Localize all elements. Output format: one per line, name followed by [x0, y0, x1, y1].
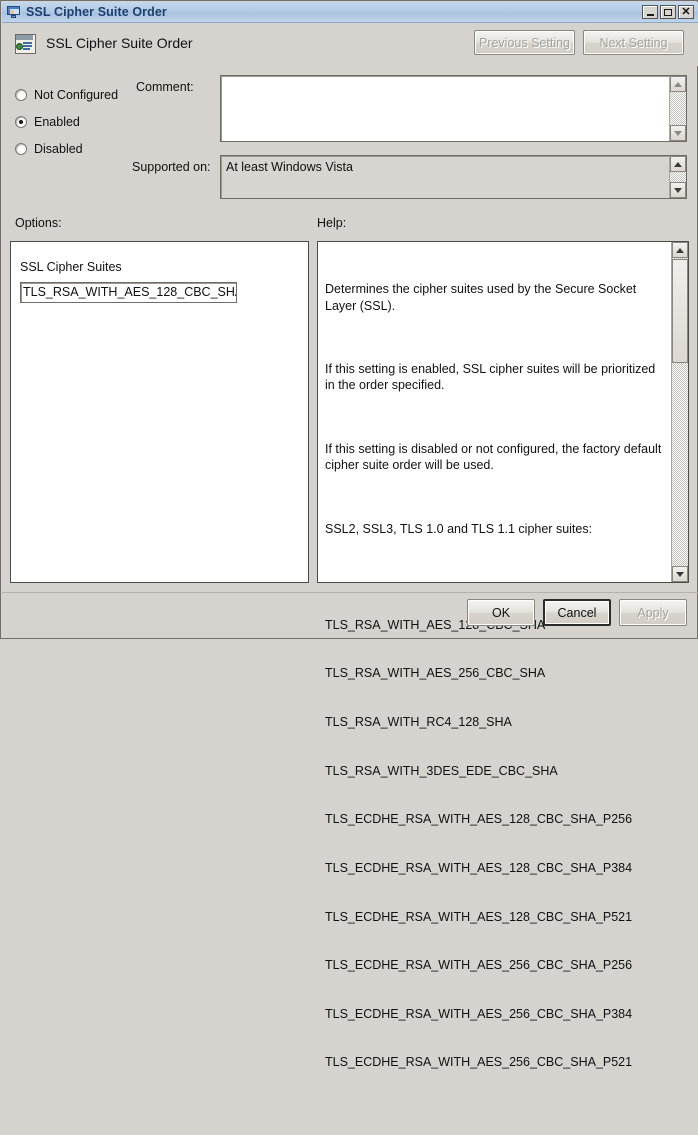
comment-label: Comment:	[136, 80, 194, 94]
supported-on-field: At least Windows Vista	[220, 155, 687, 199]
comment-textarea[interactable]	[220, 75, 687, 142]
maximize-icon	[664, 9, 672, 16]
cipher-suite-item: TLS_ECDHE_RSA_WITH_AES_256_CBC_SHA_P521	[325, 1054, 663, 1070]
chevron-down-icon	[674, 188, 682, 193]
help-paragraph: If this setting is disabled or not confi…	[325, 441, 663, 473]
cipher-suite-item: TLS_RSA_WITH_AES_256_CBC_SHA	[325, 665, 663, 681]
scroll-down-button[interactable]	[670, 182, 686, 198]
help-scrollbar[interactable]	[671, 242, 688, 582]
setting-navigation: Previous Setting Next Setting	[474, 30, 684, 55]
help-paragraph: SSL2, SSL3, TLS 1.0 and TLS 1.1 cipher s…	[325, 521, 663, 537]
cipher-suites-group-label: SSL Cipher Suites	[20, 260, 122, 274]
radio-label: Enabled	[34, 115, 80, 129]
cipher-suite-item: TLS_ECDHE_RSA_WITH_AES_256_CBC_SHA_P256	[325, 957, 663, 973]
options-panel: SSL Cipher Suites TLS_RSA_WITH_AES_128_C…	[10, 241, 309, 583]
cipher-suite-item: TLS_ECDHE_RSA_WITH_AES_128_CBC_SHA_P384	[325, 860, 663, 876]
minimize-icon	[647, 14, 654, 16]
policy-setting-icon	[15, 34, 36, 54]
supported-on-label: Supported on:	[132, 160, 211, 174]
cipher-suite-item: TLS_ECDHE_RSA_WITH_AES_128_CBC_SHA_P256	[325, 811, 663, 827]
cipher-suites-input[interactable]: TLS_RSA_WITH_AES_128_CBC_SHA256,Tl	[20, 282, 237, 303]
dialog-header: SSL Cipher Suite Order Previous Setting …	[2, 23, 698, 66]
chevron-down-icon	[676, 572, 684, 577]
next-setting-button[interactable]: Next Setting	[583, 30, 684, 55]
radio-indicator-selected	[15, 116, 27, 128]
cipher-suite-item: TLS_ECDHE_RSA_WITH_AES_128_CBC_SHA_P521	[325, 909, 663, 925]
close-icon: ✕	[681, 7, 690, 17]
cipher-suites-input-value: TLS_RSA_WITH_AES_128_CBC_SHA256,Tl	[23, 285, 237, 299]
radio-indicator	[15, 89, 27, 101]
cipher-suite-list: TLS_RSA_WITH_AES_128_CBC_SHA TLS_RSA_WIT…	[325, 584, 663, 1103]
chevron-down-icon	[674, 131, 682, 136]
minimize-button[interactable]	[642, 5, 658, 19]
options-label: Options:	[15, 216, 62, 230]
title-bar[interactable]: SSL Cipher Suite Order ✕	[2, 2, 698, 23]
scrollbar-thumb[interactable]	[672, 259, 688, 363]
comment-scrollbar[interactable]	[669, 76, 686, 141]
ssl-cipher-suite-order-dialog: SSL Cipher Suite Order ✕ SSL Cipher Suit…	[0, 0, 698, 639]
ok-button[interactable]: OK	[467, 599, 535, 626]
footer-divider	[2, 592, 698, 593]
help-paragraph: If this setting is enabled, SSL cipher s…	[325, 361, 663, 393]
help-panel: Determines the cipher suites used by the…	[317, 241, 689, 583]
radio-label: Not Configured	[34, 88, 118, 102]
supported-on-value: At least Windows Vista	[226, 160, 353, 174]
help-label: Help:	[317, 216, 346, 230]
dialog-footer: OK Cancel Apply	[467, 599, 687, 626]
scroll-up-button[interactable]	[670, 76, 686, 92]
cancel-button[interactable]: Cancel	[543, 599, 611, 626]
help-paragraph: Determines the cipher suites used by the…	[325, 281, 663, 313]
cipher-suite-item: TLS_RSA_WITH_3DES_EDE_CBC_SHA	[325, 763, 663, 779]
close-button[interactable]: ✕	[678, 5, 694, 19]
scroll-down-button[interactable]	[670, 125, 686, 141]
supported-on-scrollbar[interactable]	[669, 156, 686, 198]
apply-button[interactable]: Apply	[619, 599, 687, 626]
scroll-up-button[interactable]	[670, 156, 686, 172]
radio-label: Disabled	[34, 142, 83, 156]
help-text: Determines the cipher suites used by the…	[325, 249, 663, 1135]
previous-setting-button[interactable]: Previous Setting	[474, 30, 575, 55]
window-controls: ✕	[642, 5, 694, 19]
chevron-up-icon	[676, 248, 684, 253]
scroll-up-button[interactable]	[672, 242, 688, 258]
cipher-suite-item: TLS_RSA_WITH_RC4_128_SHA	[325, 714, 663, 730]
cipher-suite-item: TLS_ECDHE_RSA_WITH_AES_256_CBC_SHA_P384	[325, 1006, 663, 1022]
chevron-up-icon	[674, 162, 682, 167]
radio-indicator	[15, 143, 27, 155]
maximize-button[interactable]	[660, 5, 676, 19]
radio-enabled[interactable]: Enabled	[15, 108, 205, 135]
setting-title: SSL Cipher Suite Order	[46, 35, 193, 51]
chevron-up-icon	[674, 82, 682, 87]
window-title: SSL Cipher Suite Order	[26, 5, 167, 19]
computer-monitor-icon	[6, 5, 22, 19]
radio-disabled[interactable]: Disabled	[15, 135, 205, 162]
scroll-down-button[interactable]	[672, 566, 688, 582]
